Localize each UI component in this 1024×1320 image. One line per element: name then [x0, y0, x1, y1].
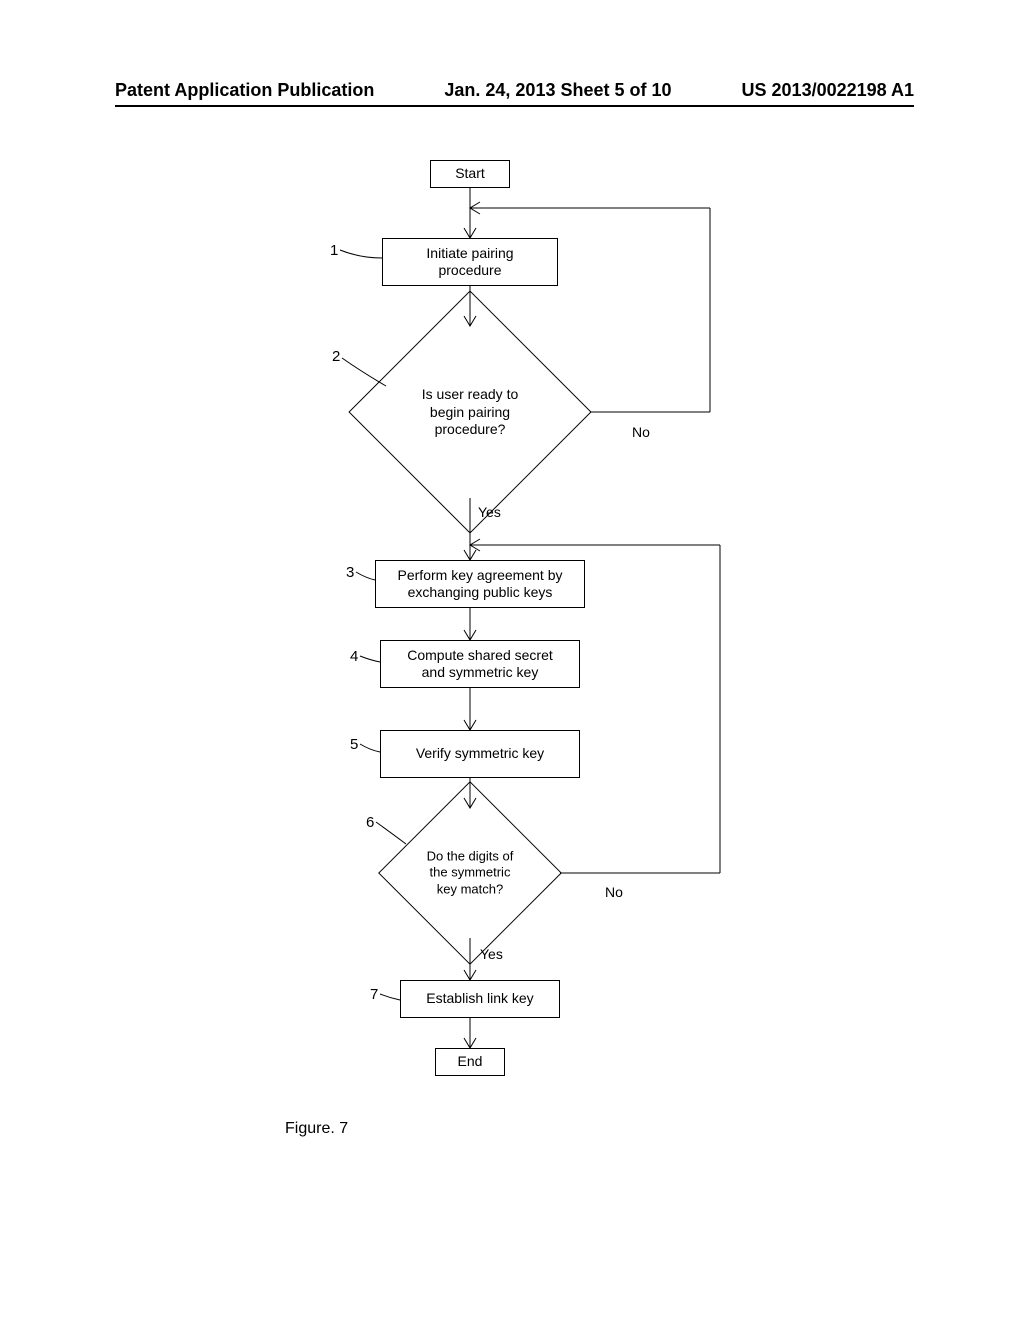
header-right: US 2013/0022198 A1 — [742, 80, 914, 101]
flowchart-stage: Start Initiate pairing procedure Is user… — [60, 150, 964, 1150]
figure-label: Figure. 7 — [285, 1120, 348, 1138]
page-header: Patent Application Publication Jan. 24, … — [115, 80, 914, 107]
header-center: Jan. 24, 2013 Sheet 5 of 10 — [444, 80, 671, 101]
connectors — [60, 150, 964, 1150]
header-left: Patent Application Publication — [115, 80, 374, 101]
